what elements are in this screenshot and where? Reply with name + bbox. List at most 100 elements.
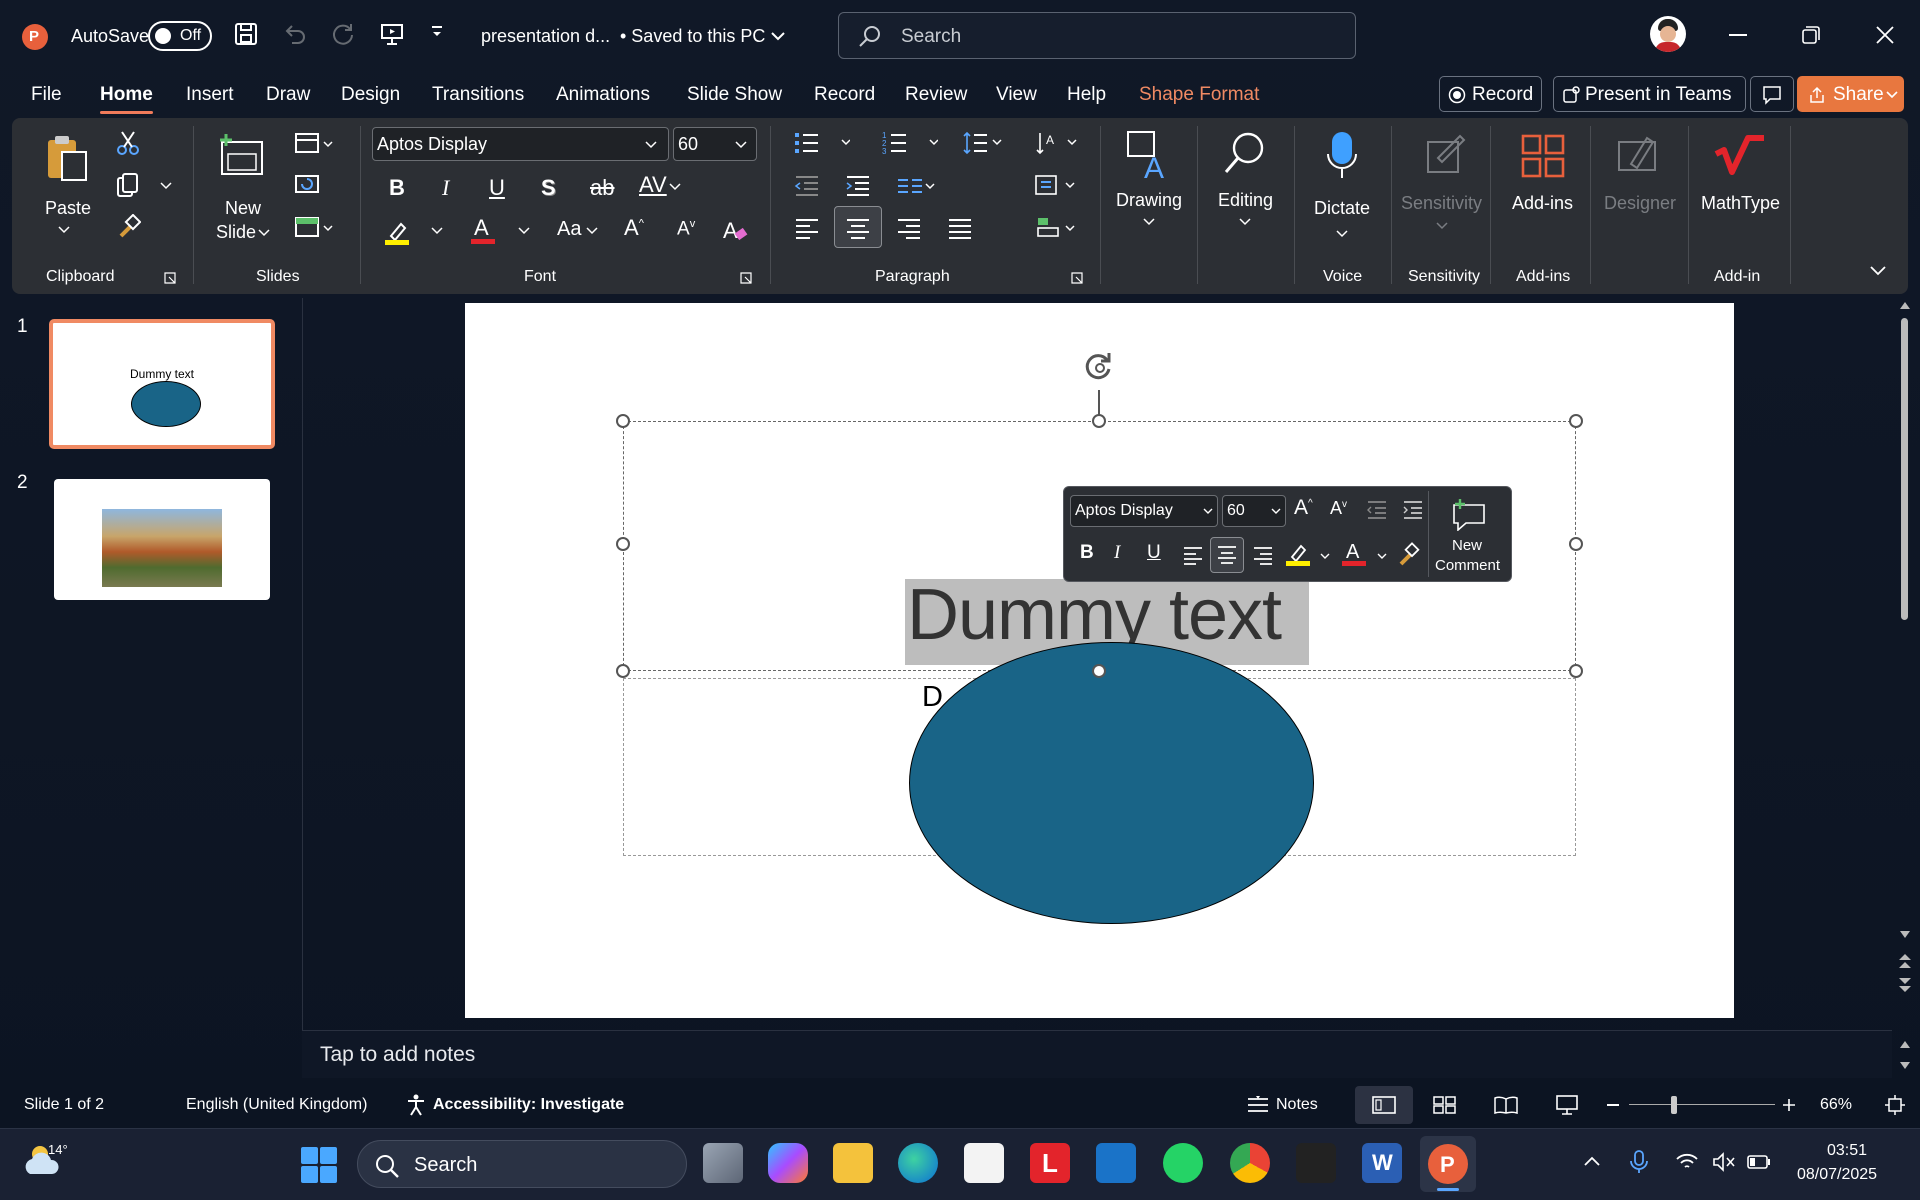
tab-animations[interactable]: Animations (556, 84, 650, 106)
chevron-down-icon[interactable] (1377, 553, 1387, 560)
strikethrough-icon[interactable]: ab (590, 175, 614, 201)
increase-font-size-icon[interactable]: A^ (1294, 496, 1313, 520)
new-comment-label-line1[interactable]: New (1452, 537, 1482, 554)
italic-icon[interactable]: I (1114, 542, 1120, 564)
scroll-up-icon[interactable] (1899, 300, 1911, 310)
slide-thumbnail-1[interactable]: Dummy text (50, 320, 274, 448)
copilot-icon[interactable] (768, 1143, 808, 1183)
tab-view[interactable]: View (996, 84, 1037, 106)
paste-label[interactable]: Paste (45, 198, 91, 219)
align-center-button[interactable] (1210, 537, 1244, 573)
collapse-ribbon-icon[interactable] (1870, 266, 1886, 276)
tab-review[interactable]: Review (905, 84, 967, 106)
format-painter-icon[interactable] (1397, 542, 1421, 566)
close-icon[interactable] (1876, 26, 1894, 44)
next-slide-icon[interactable] (1898, 976, 1912, 994)
windows-start-icon[interactable] (300, 1146, 338, 1184)
bold-icon[interactable]: B (1080, 542, 1094, 564)
zoom-out-icon[interactable] (1607, 1104, 1619, 1106)
customize-qat-icon[interactable] (430, 24, 444, 40)
character-spacing-icon[interactable]: AV (639, 172, 667, 198)
chevron-down-icon[interactable] (160, 182, 172, 190)
increase-indent-icon[interactable] (1402, 499, 1424, 521)
chevron-down-icon[interactable] (258, 229, 270, 237)
present-in-teams-button[interactable]: Present in Teams (1553, 76, 1746, 112)
normal-view-button[interactable] (1355, 1086, 1413, 1124)
add-ins-button-label[interactable]: Add-ins (1512, 193, 1573, 214)
format-painter-icon[interactable] (115, 214, 141, 240)
record-button[interactable]: Record (1439, 76, 1542, 112)
scroll-up-icon[interactable] (1899, 1039, 1911, 1049)
underline-icon[interactable]: U (1147, 542, 1161, 564)
dictate-label[interactable]: Dictate (1314, 198, 1370, 219)
change-case-icon[interactable]: Aa (557, 218, 581, 241)
chevron-down-icon[interactable] (669, 183, 681, 191)
add-ins-icon[interactable] (1521, 134, 1565, 178)
scrollbar-thumb[interactable] (1901, 318, 1908, 620)
volume-muted-icon[interactable] (1712, 1152, 1736, 1172)
smartart-icon[interactable] (1034, 216, 1080, 242)
tab-transitions[interactable]: Transitions (432, 84, 524, 106)
italic-icon[interactable]: I (442, 175, 449, 201)
tab-home[interactable]: Home (100, 84, 153, 114)
resize-handle[interactable] (1569, 537, 1583, 551)
resize-handle[interactable] (1092, 664, 1106, 678)
drawing-icon[interactable]: A (1126, 130, 1172, 180)
start-presentation-icon[interactable] (379, 21, 405, 47)
microphone-icon[interactable] (1630, 1150, 1648, 1174)
chevron-down-icon[interactable] (1436, 222, 1448, 230)
chevron-down-icon[interactable] (431, 227, 443, 235)
editing-label[interactable]: Editing (1218, 190, 1273, 211)
avatar[interactable] (1650, 16, 1686, 52)
columns-icon[interactable] (896, 176, 936, 198)
font-family-dropdown[interactable]: Aptos Display (372, 127, 669, 161)
new-comment-icon[interactable] (1450, 497, 1488, 531)
tab-record[interactable]: Record (814, 84, 875, 106)
microsoft-store-icon[interactable] (964, 1143, 1004, 1183)
resize-handle[interactable] (616, 537, 630, 551)
scroll-down-icon[interactable] (1899, 1061, 1911, 1071)
align-center-button[interactable] (834, 206, 882, 248)
layout-icon[interactable] (294, 132, 334, 156)
document-title[interactable]: presentation d... (481, 26, 610, 47)
scroll-down-icon[interactable] (1899, 930, 1911, 940)
accessibility-icon[interactable] (406, 1094, 426, 1116)
tab-design[interactable]: Design (341, 84, 400, 106)
new-slide-icon[interactable] (216, 132, 266, 178)
mini-size-dropdown[interactable]: 60 (1222, 495, 1286, 527)
line-spacing-icon[interactable] (963, 130, 1007, 156)
bullets-icon[interactable] (794, 130, 850, 156)
slide-sorter-icon[interactable] (1433, 1096, 1457, 1114)
dialog-launcher-icon[interactable] (164, 272, 176, 284)
section-icon[interactable] (294, 216, 334, 240)
comments-button[interactable] (1750, 76, 1794, 112)
justify-icon[interactable] (947, 216, 973, 240)
battery-icon[interactable] (1747, 1154, 1771, 1170)
slide-show-icon[interactable] (1555, 1094, 1579, 1116)
text-shadow-icon[interactable]: S (541, 175, 556, 201)
taskbar-search[interactable]: Search (357, 1140, 687, 1188)
microphone-icon[interactable] (1326, 130, 1358, 180)
chevron-down-icon[interactable] (1320, 553, 1330, 560)
reading-view-icon[interactable] (1494, 1096, 1518, 1114)
underline-icon[interactable]: U (489, 175, 505, 201)
notes-icon[interactable] (1246, 1096, 1270, 1114)
previous-slide-icon[interactable] (1898, 952, 1912, 970)
chevron-down-icon[interactable] (518, 227, 530, 235)
zoom-in-icon[interactable] (1782, 1098, 1796, 1112)
chevron-down-icon[interactable] (58, 226, 70, 234)
decrease-indent-icon[interactable] (794, 173, 820, 199)
notes-button[interactable]: Notes (1276, 1096, 1318, 1114)
app-box-icon[interactable] (1296, 1143, 1336, 1183)
decrease-font-size-icon[interactable]: Av (677, 218, 695, 240)
bold-icon[interactable]: B (389, 175, 405, 201)
clock-time[interactable]: 03:51 (1827, 1142, 1867, 1160)
tab-slide-show[interactable]: Slide Show (687, 84, 782, 106)
dialog-launcher-icon[interactable] (1071, 272, 1083, 284)
clear-formatting-icon[interactable]: A (720, 216, 748, 244)
search-input[interactable]: Search (838, 12, 1356, 59)
clock-date[interactable]: 08/07/2025 (1797, 1166, 1877, 1184)
tab-file[interactable]: File (31, 84, 62, 106)
accessibility-status[interactable]: Accessibility: Investigate (433, 1096, 624, 1114)
app-l-icon[interactable]: L (1030, 1143, 1070, 1183)
